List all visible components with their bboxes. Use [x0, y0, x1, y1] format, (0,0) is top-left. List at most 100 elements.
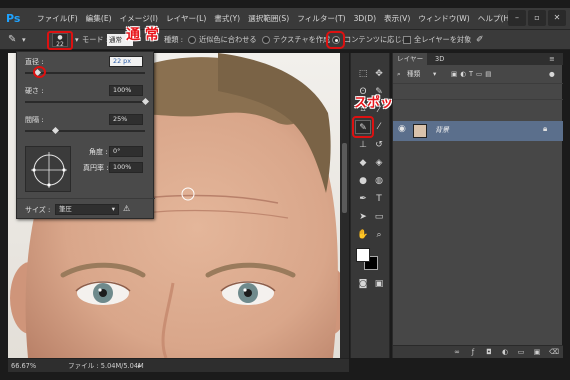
eraser-tool-icon[interactable]: ◆ — [355, 156, 371, 170]
menu-3d[interactable]: 3D(D) — [350, 8, 380, 30]
zoom-level[interactable]: 66.67% — [11, 359, 36, 373]
mode-label: モード : — [82, 35, 109, 44]
brush-tool-icon[interactable]: ⁄ — [371, 120, 387, 134]
angle-input[interactable]: 0° — [109, 146, 143, 157]
maximize-icon[interactable]: ▫ — [528, 10, 546, 26]
panel-tabs: レイヤー 3D ≡ — [393, 53, 563, 65]
options-bar: ✎ ▾ ● 22 ▾ モード : 通常 種類 : 近似色に合わせる テクスチャを作… — [0, 30, 570, 50]
filter-dropdown-icon[interactable]: ▾ — [433, 67, 436, 81]
layer-lock-icon: 🔒︎ — [543, 124, 548, 133]
window-controls: – ▫ ✕ — [508, 10, 566, 26]
radio-proximity-match-label: 近似色に合わせる — [199, 35, 257, 44]
layer-filter-row: ⌕ 種類 ▾ ▣◐T▭▤ ● — [393, 67, 563, 81]
history-brush-tool-icon[interactable]: ↺ — [371, 138, 387, 152]
hand-tool-icon[interactable]: ✋ — [355, 228, 371, 242]
size-control-select[interactable]: 筆圧 ▾ — [55, 204, 119, 215]
screen-mode-icon[interactable]: ▣ — [371, 277, 387, 291]
hardness-slider[interactable] — [25, 101, 145, 103]
pen-tool-icon[interactable]: ✒ — [355, 192, 371, 206]
delete-layer-icon[interactable]: ⌫ — [549, 348, 559, 356]
brush-dropdown-icon[interactable]: ▾ — [75, 30, 79, 50]
foreground-color-swatch[interactable] — [356, 248, 370, 262]
spacing-label: 間隔 : — [25, 116, 44, 124]
close-icon[interactable]: ✕ — [548, 10, 566, 26]
hardness-slider-knob[interactable] — [141, 97, 149, 106]
menu-file[interactable]: ファイル(F) — [33, 8, 82, 30]
add-mask-icon[interactable]: ◘ — [485, 348, 493, 356]
minimize-icon[interactable]: – — [508, 10, 526, 26]
menu-view[interactable]: 表示(V) — [380, 8, 414, 30]
paint-bucket-tool-icon[interactable]: ◈ — [371, 156, 387, 170]
canvas-scrollbar[interactable] — [340, 53, 349, 358]
move-tool-icon[interactable]: ✥ — [371, 67, 387, 81]
brush-tip-shape-icon — [31, 152, 67, 188]
dodge-tool-icon[interactable]: ◍ — [371, 174, 387, 188]
new-group-icon[interactable]: ▭ — [517, 348, 525, 356]
type-label: 種類 : — [164, 35, 184, 44]
diameter-input[interactable]: 22 px — [109, 56, 143, 67]
hardness-input[interactable]: 100% — [109, 85, 143, 96]
menu-type[interactable]: 書式(Y) — [210, 8, 244, 30]
roundness-input[interactable]: 100% — [109, 162, 143, 173]
highlight-ring-brush — [47, 31, 73, 50]
menu-window[interactable]: ウィンドウ(W) — [414, 8, 473, 30]
filter-search-icon: ⌕ — [397, 70, 401, 78]
shape-tool-icon[interactable]: ▭ — [371, 210, 387, 224]
layer-row-background[interactable]: ◉ 背景 🔒︎ — [393, 121, 563, 141]
healing-brush-tool-icon[interactable]: ✎ — [8, 30, 16, 50]
quick-mask-icon[interactable]: ◙ — [355, 277, 371, 291]
new-layer-icon[interactable]: ▣ — [533, 348, 541, 356]
marquee-tool-icon[interactable]: ⬚ — [355, 67, 371, 81]
spacing-slider[interactable] — [25, 130, 145, 132]
menu-select[interactable]: 選択範囲(S) — [244, 8, 293, 30]
blend-opacity-row — [393, 83, 563, 97]
clone-stamp-tool-icon[interactable]: ⊥ — [355, 138, 371, 152]
highlight-ring-content-aware — [326, 31, 345, 49]
menu-layer[interactable]: レイヤー(L) — [162, 8, 210, 30]
panel-divider — [17, 198, 155, 199]
sample-all-layers-checkbox[interactable] — [403, 36, 411, 44]
lock-fill-row — [393, 99, 563, 113]
menu-bar: Ps ファイル(F) 編集(E) イメージ(I) レイヤー(L) 書式(Y) 選… — [0, 8, 570, 30]
pressure-size-icon[interactable]: ✐ — [476, 30, 484, 50]
filter-toggle-icon[interactable]: ● — [549, 67, 555, 81]
tab-layers[interactable]: レイヤー — [393, 53, 428, 65]
brush-angle-preview[interactable] — [25, 146, 71, 192]
link-layers-icon[interactable]: ∞ — [453, 348, 461, 356]
status-menu-icon[interactable]: ▸ — [138, 359, 141, 373]
sample-all-layers-label: 全レイヤーを対象 — [414, 35, 472, 44]
brush-preset-panel: 直径 : 22 px 硬さ : 100% 間隔 : 25% 角度 : 0° 真円… — [16, 51, 155, 219]
annotation-mode-normal: 通 常 — [126, 27, 159, 43]
radio-create-texture-label: テクスチャを作成 — [273, 35, 331, 44]
spacing-input[interactable]: 25% — [109, 114, 143, 125]
hardness-label: 硬さ : — [25, 87, 44, 95]
tab-3d[interactable]: 3D — [431, 53, 448, 65]
blur-tool-icon[interactable]: ● — [355, 174, 371, 188]
canvas-scroll-thumb[interactable] — [342, 143, 347, 213]
menu-filter[interactable]: フィルター(T) — [293, 8, 349, 30]
size-control-value: 筆圧 — [59, 205, 72, 213]
angle-label: 角度 : — [89, 148, 108, 156]
highlight-ring-diameter — [33, 66, 46, 78]
adjustment-layer-icon[interactable]: ◐ — [501, 348, 509, 356]
path-select-tool-icon[interactable]: ➤ — [355, 210, 371, 224]
filter-type-icons[interactable]: ▣◐T▭▤ — [451, 67, 494, 81]
radio-create-texture[interactable] — [262, 36, 270, 44]
layer-name: 背景 — [435, 126, 449, 134]
layers-panel: レイヤー 3D ≡ ⌕ 種類 ▾ ▣◐T▭▤ ● ◉ 背景 🔒︎ ∞ ƒ ◘ ◐… — [392, 53, 563, 358]
app-logo: Ps — [6, 12, 21, 25]
panel-menu-icon[interactable]: ≡ — [545, 53, 559, 65]
roundness-label: 真円率 : — [83, 164, 109, 172]
zoom-tool-icon[interactable]: ⌕ — [371, 228, 387, 242]
tool-preset-dropdown-icon[interactable]: ▾ — [22, 30, 26, 50]
menu-edit[interactable]: 編集(E) — [82, 8, 116, 30]
layers-panel-footer: ∞ ƒ ◘ ◐ ▭ ▣ ⌫ — [393, 345, 563, 358]
radio-proximity-match[interactable] — [188, 36, 196, 44]
size-control-label: サイズ : — [25, 206, 51, 214]
type-tool-icon[interactable]: T — [371, 192, 387, 206]
app-window: Ps ファイル(F) 編集(E) イメージ(I) レイヤー(L) 書式(Y) 選… — [0, 0, 570, 380]
spacing-slider-knob[interactable] — [51, 126, 59, 135]
layer-kind-filter[interactable]: 種類 — [407, 67, 420, 81]
layer-visibility-eye-icon[interactable]: ◉ — [398, 124, 406, 134]
layer-style-icon[interactable]: ƒ — [469, 348, 477, 356]
